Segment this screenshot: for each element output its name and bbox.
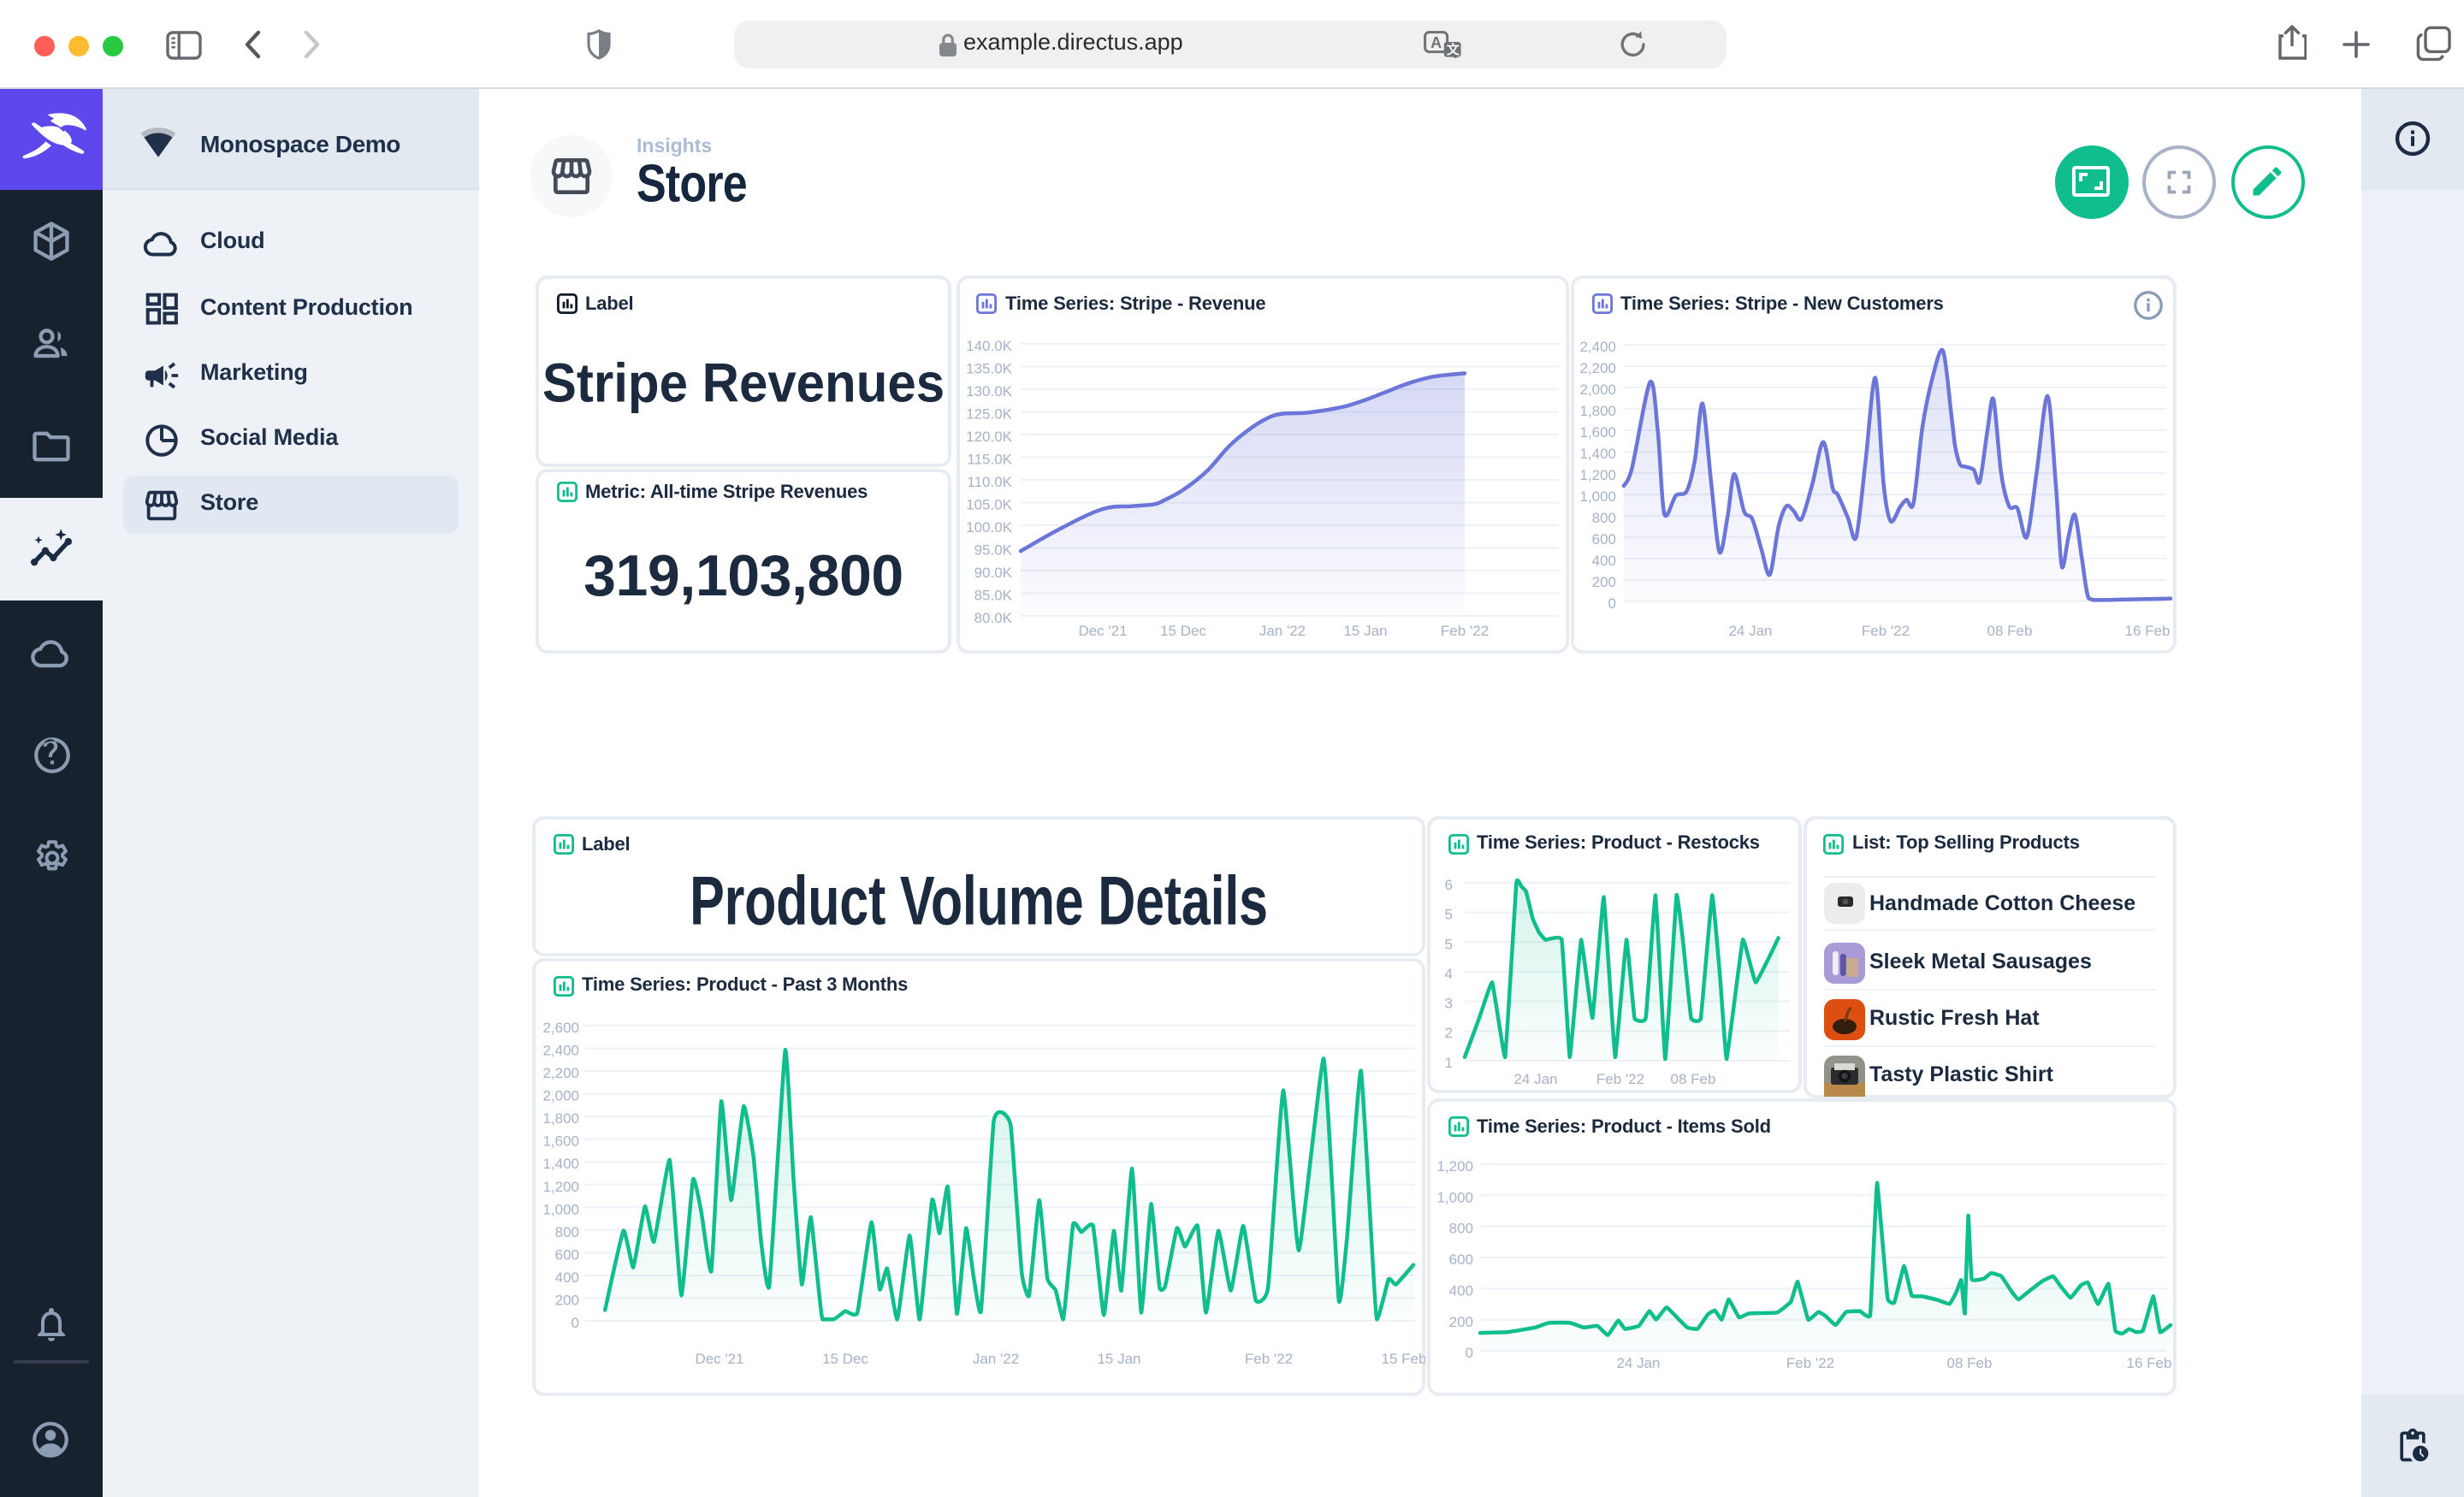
- svg-text:5: 5: [1445, 935, 1453, 951]
- svg-text:24 Jan: 24 Jan: [1513, 1070, 1557, 1086]
- svg-text:1,400: 1,400: [1579, 446, 1616, 462]
- svg-text:0: 0: [1466, 1345, 1473, 1361]
- svg-text:1,200: 1,200: [1579, 467, 1616, 483]
- svg-text:2,200: 2,200: [1579, 360, 1616, 376]
- svg-text:800: 800: [1449, 1221, 1473, 1237]
- svg-text:Dec '21: Dec '21: [1077, 623, 1126, 639]
- svg-text:Feb '22: Feb '22: [1596, 1070, 1644, 1086]
- svg-text:115.0K: 115.0K: [966, 451, 1011, 467]
- svg-text:400: 400: [1449, 1282, 1473, 1299]
- svg-text:2: 2: [1445, 1024, 1453, 1040]
- svg-text:100.0K: 100.0K: [965, 519, 1012, 535]
- svg-text:15 Jan: 15 Jan: [1097, 1350, 1140, 1366]
- svg-text:1: 1: [1445, 1054, 1453, 1070]
- svg-text:Feb '22: Feb '22: [1786, 1355, 1834, 1371]
- svg-text:1,200: 1,200: [1436, 1158, 1473, 1175]
- svg-text:800: 800: [555, 1223, 579, 1240]
- svg-text:600: 600: [555, 1246, 579, 1262]
- svg-text:800: 800: [1592, 510, 1616, 526]
- svg-text:135.0K: 135.0K: [965, 360, 1012, 376]
- svg-text:08 Feb: 08 Feb: [1947, 1355, 1993, 1371]
- svg-text:80.0K: 80.0K: [974, 610, 1012, 626]
- svg-text:Feb '22: Feb '22: [1440, 623, 1488, 639]
- svg-text:200: 200: [555, 1291, 579, 1307]
- svg-text:120.0K: 120.0K: [965, 429, 1012, 445]
- svg-text:0: 0: [572, 1314, 579, 1330]
- svg-text:125.0K: 125.0K: [965, 406, 1012, 423]
- svg-text:6: 6: [1445, 876, 1453, 892]
- svg-text:105.0K: 105.0K: [965, 497, 1012, 513]
- svg-text:1,800: 1,800: [1579, 403, 1616, 419]
- svg-text:1,000: 1,000: [1579, 488, 1616, 505]
- svg-text:95.0K: 95.0K: [974, 541, 1012, 558]
- svg-text:1,400: 1,400: [542, 1155, 579, 1171]
- svg-text:15 Feb: 15 Feb: [1382, 1350, 1425, 1366]
- svg-text:08 Feb: 08 Feb: [1671, 1070, 1716, 1086]
- svg-text:0: 0: [1608, 595, 1616, 612]
- svg-text:08 Feb: 08 Feb: [1987, 623, 2033, 639]
- svg-text:2,200: 2,200: [542, 1064, 579, 1080]
- svg-text:85.0K: 85.0K: [974, 588, 1012, 604]
- svg-text:600: 600: [1449, 1251, 1473, 1268]
- svg-text:15 Jan: 15 Jan: [1342, 623, 1386, 639]
- svg-text:16 Feb: 16 Feb: [2125, 623, 2171, 639]
- svg-text:400: 400: [1592, 553, 1616, 569]
- svg-text:600: 600: [1592, 531, 1616, 547]
- svg-text:Jan '22: Jan '22: [1259, 623, 1305, 639]
- svg-text:1,000: 1,000: [542, 1200, 579, 1216]
- svg-text:1,600: 1,600: [1579, 424, 1616, 441]
- svg-text:200: 200: [1592, 574, 1616, 590]
- svg-text:1,600: 1,600: [542, 1133, 579, 1149]
- svg-text:2,000: 2,000: [542, 1087, 579, 1104]
- svg-text:16 Feb: 16 Feb: [2127, 1355, 2172, 1371]
- svg-text:Jan '22: Jan '22: [973, 1350, 1019, 1366]
- svg-text:1,000: 1,000: [1436, 1189, 1473, 1205]
- svg-text:4: 4: [1445, 965, 1453, 981]
- svg-text:200: 200: [1449, 1314, 1473, 1330]
- svg-text:140.0K: 140.0K: [965, 338, 1012, 354]
- svg-text:1,200: 1,200: [542, 1178, 579, 1194]
- svg-text:3: 3: [1445, 995, 1453, 1011]
- svg-text:2,400: 2,400: [1579, 339, 1616, 355]
- svg-text:130.0K: 130.0K: [965, 383, 1012, 399]
- svg-text:2,600: 2,600: [542, 1019, 579, 1035]
- svg-text:15 Dec: 15 Dec: [1159, 623, 1205, 639]
- svg-text:1,800: 1,800: [542, 1109, 579, 1126]
- svg-text:5: 5: [1445, 906, 1453, 922]
- svg-text:110.0K: 110.0K: [966, 474, 1011, 490]
- svg-text:90.0K: 90.0K: [974, 565, 1012, 581]
- svg-text:15 Dec: 15 Dec: [822, 1350, 868, 1366]
- svg-text:2,400: 2,400: [542, 1042, 579, 1058]
- svg-text:Dec '21: Dec '21: [695, 1350, 743, 1366]
- svg-text:24 Jan: 24 Jan: [1728, 623, 1772, 639]
- svg-text:Feb '22: Feb '22: [1245, 1350, 1293, 1366]
- svg-text:文: 文: [1447, 42, 1460, 57]
- svg-text:A: A: [1430, 34, 1442, 51]
- svg-text:2,000: 2,000: [1579, 382, 1616, 398]
- svg-text:Feb '22: Feb '22: [1862, 623, 1910, 639]
- svg-text:400: 400: [555, 1269, 579, 1285]
- svg-text:24 Jan: 24 Jan: [1616, 1355, 1660, 1371]
